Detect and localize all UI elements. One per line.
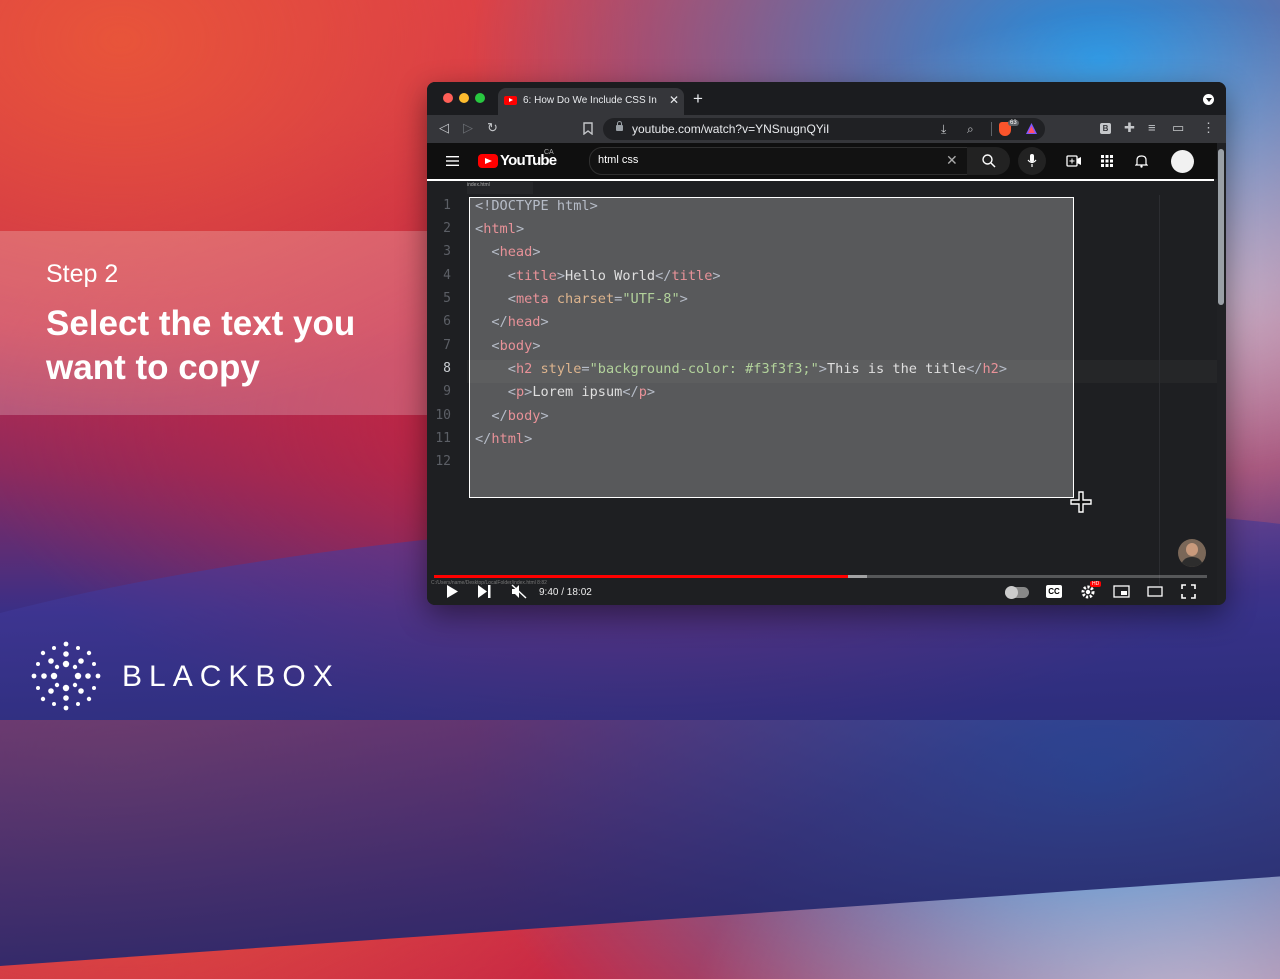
browser-window: 6: How Do We Include CSS In O ✕ + ◁ ▷ ↻ … [427, 82, 1226, 605]
hd-badge: HD [1090, 581, 1102, 587]
back-icon[interactable]: ◁ [439, 120, 449, 136]
play-icon[interactable] [446, 584, 459, 599]
wallet-icon[interactable]: ▭ [1172, 120, 1184, 136]
line-number: 7 [443, 338, 451, 353]
line-number: 12 [435, 454, 451, 469]
minimize-window-button[interactable] [459, 93, 469, 103]
bookmark-icon[interactable] [583, 122, 593, 135]
microphone-icon [1027, 154, 1037, 167]
selection-rectangle[interactable] [469, 197, 1074, 498]
youtube-logo-icon[interactable] [478, 154, 498, 168]
clear-search-icon[interactable]: ✕ [946, 152, 958, 169]
autoplay-knob [1005, 586, 1018, 599]
search-value: html css [598, 154, 639, 166]
tab-close-icon[interactable]: ✕ [669, 93, 679, 107]
notifications-bell-icon[interactable] [1135, 154, 1148, 168]
browser-menu-icon[interactable]: ⋮ [1202, 120, 1215, 136]
step-label: Step 2 [46, 260, 119, 288]
next-video-icon[interactable] [477, 584, 492, 599]
step-title: Select the text you want to copy [46, 304, 356, 387]
line-number: 5 [443, 291, 451, 306]
apps-grid-icon[interactable] [1101, 155, 1113, 167]
progress-played[interactable] [434, 575, 849, 578]
url-text: youtube.com/watch?v=YNSnugnQYiI [632, 122, 830, 136]
presenter-avatar [1178, 539, 1206, 567]
extensions-puzzle-icon[interactable]: ✚ [1124, 120, 1135, 136]
line-number: 10 [435, 408, 451, 423]
browser-toolbar: ◁ ▷ ↻ youtube.com/watch?v=YNSnugnQYiI ⤓ … [427, 115, 1226, 143]
maximize-window-button[interactable] [475, 93, 485, 103]
brave-rewards-icon[interactable] [1025, 122, 1038, 135]
theater-mode-icon[interactable] [1147, 586, 1163, 597]
search-input[interactable]: html css ✕ [589, 147, 968, 175]
crosshair-cursor-icon [1070, 491, 1092, 513]
hamburger-menu-icon[interactable] [446, 156, 459, 166]
new-tab-button[interactable]: + [693, 89, 703, 109]
video-time: 9:40 / 18:02 [539, 587, 592, 598]
line-number: 4 [443, 268, 451, 283]
search-icon [982, 154, 996, 168]
player-controls: 9:40 / 18:02 CC HD [427, 581, 1217, 605]
address-divider [991, 122, 992, 136]
reload-icon[interactable]: ↻ [487, 120, 498, 136]
fullscreen-icon[interactable] [1181, 584, 1196, 599]
youtube-favicon-icon [504, 96, 517, 105]
close-window-button[interactable] [443, 93, 453, 103]
subtitles-cc-icon[interactable]: CC [1046, 585, 1062, 598]
tab-search-icon[interactable] [1203, 94, 1214, 105]
tab-title: 6: How Do We Include CSS In O [523, 95, 658, 106]
tab-bar: 6: How Do We Include CSS In O ✕ + [427, 82, 1226, 115]
line-number: 9 [443, 384, 451, 399]
line-number: 2 [443, 221, 451, 236]
reading-list-icon[interactable]: ≡ [1148, 120, 1156, 136]
youtube-header: YouTube CA html css ✕ [427, 143, 1217, 179]
line-number: 11 [435, 431, 451, 446]
voice-search-button[interactable] [1018, 147, 1046, 175]
region-code: CA [544, 149, 554, 156]
account-avatar[interactable] [1171, 150, 1194, 173]
video-top-border [427, 179, 1214, 181]
autoplay-toggle[interactable] [1005, 586, 1029, 599]
video-player[interactable]: index.html 1 2 3 4 5 6 7 8 9 10 11 12 <!… [427, 179, 1217, 605]
editor-minimap-divider [1159, 195, 1160, 585]
brave-shields-count: 63 [1008, 120, 1019, 126]
line-number: 1 [443, 198, 451, 213]
scrollbar-thumb[interactable] [1218, 149, 1224, 305]
forward-icon[interactable]: ▷ [463, 120, 473, 136]
line-number: 3 [443, 244, 451, 259]
line-number-gutter: 1 2 3 4 5 6 7 8 9 10 11 12 [427, 195, 467, 495]
mute-icon[interactable] [511, 584, 527, 599]
search-button[interactable] [967, 147, 1010, 175]
brand-name: BLACKBOX [122, 660, 340, 693]
miniplayer-icon[interactable] [1113, 585, 1130, 598]
editor-file-tab: index.html [467, 182, 533, 194]
address-bar[interactable]: youtube.com/watch?v=YNSnugnQYiI ⤓ ⌕ 63 [603, 118, 1045, 140]
browser-tab[interactable]: 6: How Do We Include CSS In O ✕ [498, 88, 684, 115]
lock-icon [616, 121, 623, 131]
page-scrollbar[interactable] [1217, 143, 1226, 605]
line-number-active: 8 [443, 361, 451, 376]
install-icon[interactable]: ⤓ [941, 121, 946, 137]
line-number: 6 [443, 314, 451, 329]
blackbox-logo-icon [31, 641, 101, 711]
extension-b-icon[interactable]: B [1100, 123, 1111, 134]
create-video-icon[interactable] [1066, 155, 1082, 167]
zoom-icon[interactable]: ⌕ [967, 121, 974, 137]
